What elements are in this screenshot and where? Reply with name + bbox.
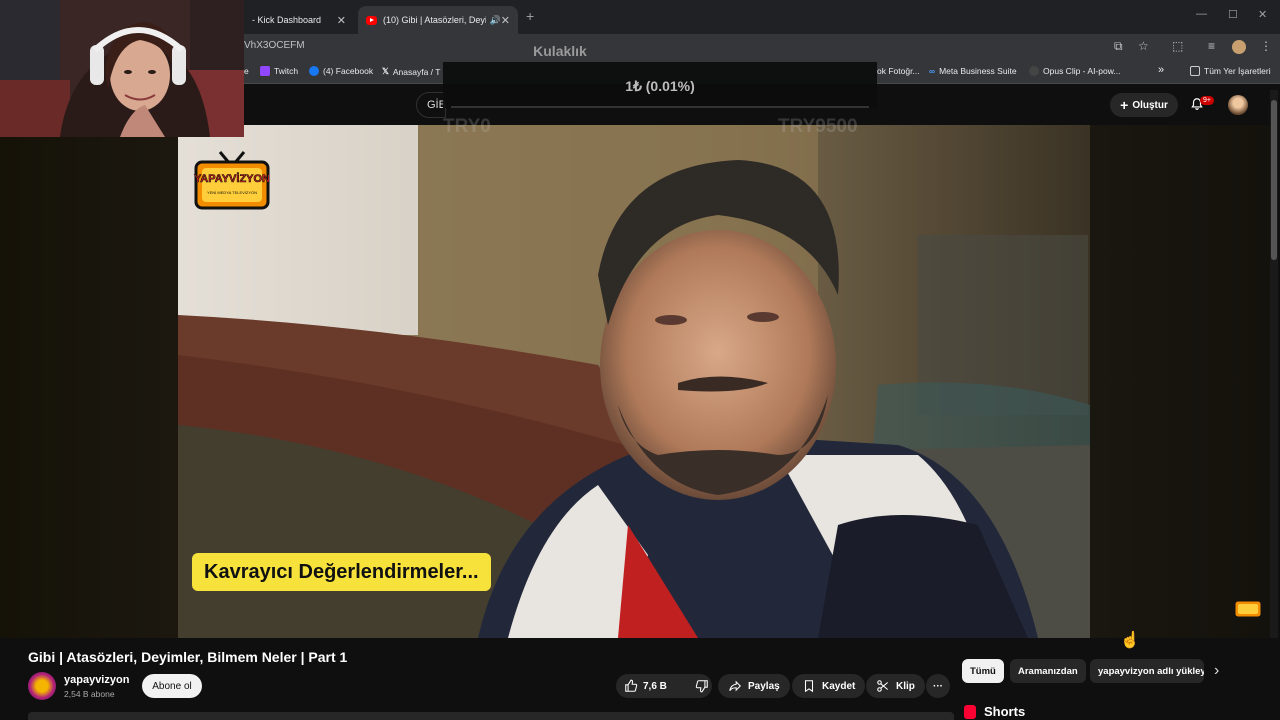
thumbs-up-icon — [625, 679, 638, 692]
twitch-icon — [260, 66, 270, 76]
small-watermark-logo — [1234, 600, 1262, 618]
channel-watermark-logo: YAPAYVİZYON YENİ MEDYA TELEVİZYON — [194, 151, 270, 210]
donation-progress-track — [451, 106, 869, 108]
bookmark-star-icon[interactable]: ☆ — [1138, 39, 1149, 53]
create-button[interactable]: + Oluştur — [1110, 93, 1178, 117]
scrollbar-thumb[interactable] — [1271, 100, 1277, 260]
search-input[interactable]: GİB — [416, 92, 446, 118]
facebook-icon — [309, 66, 319, 76]
donation-goal-min: TRY0 — [443, 116, 491, 137]
bookmark-icon — [804, 680, 814, 693]
folder-icon — [1190, 66, 1200, 76]
x-icon: 𝕏 — [382, 66, 389, 76]
bookmark-facebook[interactable]: (4) Facebook — [309, 66, 373, 76]
cast-icon[interactable]: ⧉ — [1114, 39, 1123, 54]
bookmark-item[interactable]: e — [244, 66, 249, 76]
channel-avatar[interactable] — [28, 672, 56, 700]
tab-close-icon[interactable]: ✕ — [337, 14, 346, 27]
mouse-pointer-icon: ☝ — [1120, 632, 1140, 649]
webcam-image — [0, 0, 244, 137]
minimize-icon[interactable]: — — [1196, 8, 1207, 20]
shorts-icon — [964, 704, 976, 719]
bookmark-photo[interactable]: ok Fotoğr... — [877, 66, 920, 76]
account-avatar[interactable] — [1228, 95, 1248, 115]
dislike-button[interactable] — [687, 674, 717, 698]
youtube-favicon-icon — [366, 15, 378, 25]
bookmark-opus[interactable]: Opus Clip - AI-pow... — [1029, 66, 1120, 76]
tab-kick-dashboard[interactable]: - Kick Dashboard ✕ — [244, 6, 354, 34]
new-tab-icon[interactable]: + — [526, 8, 534, 24]
profile-avatar-icon[interactable] — [1232, 40, 1246, 54]
notification-badge: 9+ — [1200, 96, 1214, 105]
description-box[interactable] — [28, 712, 954, 720]
tab-close-icon[interactable]: ✕ — [501, 14, 510, 27]
donation-goal-title: Kulaklık — [533, 43, 587, 59]
scissors-icon — [877, 680, 889, 692]
extensions-icon[interactable]: ⬚ — [1172, 39, 1183, 53]
opus-icon — [1029, 66, 1039, 76]
chip-uploader[interactable]: yapayvizyon adlı yükleyi — [1090, 659, 1204, 683]
reading-list-icon[interactable]: ≡ — [1208, 39, 1215, 53]
share-icon — [729, 680, 741, 692]
tab-youtube-video[interactable]: (10) Gibi | Atasözleri, Deyim 🔊 ✕ — [358, 6, 518, 34]
streamer-webcam — [0, 0, 244, 137]
channel-name[interactable]: yapayvizyon — [64, 674, 129, 686]
bookmark-all[interactable]: Tüm Yer İşaretleri — [1190, 66, 1271, 76]
svg-text:YENİ MEDYA TELEVİZYON: YENİ MEDYA TELEVİZYON — [207, 190, 257, 195]
svg-text:YAPAYVİZYON: YAPAYVİZYON — [194, 172, 270, 185]
bookmarks-overflow-icon[interactable]: » — [1158, 64, 1164, 76]
donation-goal-max: TRY9500 — [778, 116, 858, 137]
donation-goal-overlay: 1₺ (0.01%) — [443, 62, 877, 108]
clip-button[interactable]: Klip — [866, 674, 925, 698]
tab-title: (10) Gibi | Atasözleri, Deyim — [383, 15, 486, 25]
shorts-section-header: Shorts — [964, 704, 1025, 719]
share-button[interactable]: Paylaş — [718, 674, 790, 698]
ambient-right — [1090, 125, 1270, 638]
subscribe-button[interactable]: Abone ol — [142, 674, 202, 698]
like-count: 7,6 B — [643, 680, 667, 692]
maximize-icon[interactable]: ☐ — [1228, 8, 1238, 21]
video-title: Gibi | Atasözleri, Deyimler, Bilmem Nele… — [28, 649, 348, 665]
video-subtitle: Kavrayıcı Değerlendirmeler... — [192, 553, 491, 591]
like-dislike-group: 7,6 B — [616, 674, 712, 698]
bookmark-x[interactable]: 𝕏 Anasayfa / T — [382, 66, 440, 77]
url-field[interactable]: VhX3OCEFM — [244, 40, 305, 51]
screen: - Kick Dashboard ✕ (10) Gibi | Atasözler… — [0, 0, 1280, 720]
plus-icon: + — [1120, 97, 1129, 113]
chip-all[interactable]: Tümü — [962, 659, 1004, 683]
browser-menu-icon[interactable]: ⋮ — [1260, 39, 1272, 53]
meta-icon: ∞ — [929, 66, 936, 76]
tab-title: - Kick Dashboard — [252, 15, 322, 25]
audio-playing-icon[interactable]: 🔊 — [490, 15, 501, 26]
window-close-icon[interactable]: ✕ — [1258, 8, 1267, 21]
subscriber-count: 2,54 B abone — [64, 689, 115, 699]
save-button[interactable]: Kaydet — [792, 674, 866, 698]
chevron-right-icon[interactable]: › — [1214, 662, 1219, 680]
more-actions-button[interactable]: ··· — [926, 674, 950, 698]
donation-amount: 1₺ (0.01%) — [625, 78, 695, 94]
like-button[interactable]: 7,6 B — [616, 674, 675, 698]
chip-from-search[interactable]: Aramanızdan — [1010, 659, 1086, 683]
bookmark-twitch[interactable]: Twitch — [260, 66, 298, 76]
bookmark-meta[interactable]: ∞ Meta Business Suite — [929, 66, 1017, 76]
thumbs-down-icon — [695, 680, 708, 693]
more-horizontal-icon: ··· — [933, 680, 943, 692]
ambient-left — [0, 85, 178, 638]
